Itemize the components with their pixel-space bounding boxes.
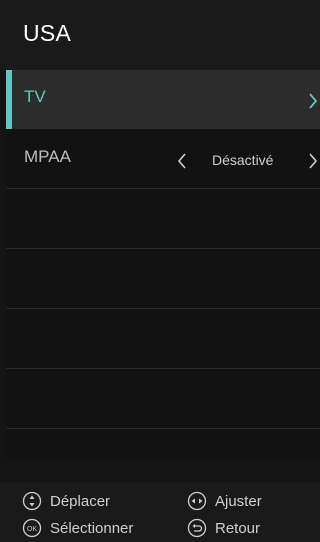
hint-back-label: Retour — [215, 519, 261, 537]
move-updown-icon — [22, 491, 42, 511]
hint-move: Déplacer — [22, 491, 110, 511]
empty-row — [6, 250, 320, 309]
empty-row — [6, 310, 320, 369]
settings-menu: TV MPAA Désactivé — [6, 70, 320, 460]
hint-adjust: Ajuster — [187, 491, 262, 511]
empty-row — [6, 370, 320, 429]
tv-settings-screen: USA TV MPAA Désactivé Déplacer Ajuster O… — [0, 0, 320, 542]
ok-icon: OK — [22, 518, 42, 538]
footer-hints: Déplacer Ajuster OK Sélectionner Retour — [0, 482, 320, 542]
mpaa-value: Désactivé — [212, 152, 274, 168]
chevron-left-icon[interactable] — [177, 153, 187, 169]
selection-indicator — [6, 70, 12, 129]
menu-item-tv[interactable]: TV — [6, 70, 320, 129]
hint-back: Retour — [187, 518, 260, 538]
header: USA — [0, 0, 320, 70]
chevron-right-icon[interactable] — [308, 93, 318, 109]
menu-item-mpaa[interactable]: MPAA Désactivé — [6, 130, 320, 189]
hint-move-label: Déplacer — [50, 492, 111, 510]
menu-item-label: TV — [24, 87, 46, 106]
chevron-right-icon[interactable] — [308, 153, 318, 169]
hint-select-label: Sélectionner — [50, 519, 134, 537]
svg-text:OK: OK — [27, 526, 37, 533]
empty-row — [6, 190, 320, 249]
menu-item-label: MPAA — [24, 147, 71, 166]
page-title: USA — [23, 20, 72, 46]
back-icon — [187, 518, 207, 538]
adjust-leftright-icon — [187, 491, 207, 511]
hint-select: OK Sélectionner — [22, 518, 133, 538]
hint-adjust-label: Ajuster — [215, 492, 262, 510]
